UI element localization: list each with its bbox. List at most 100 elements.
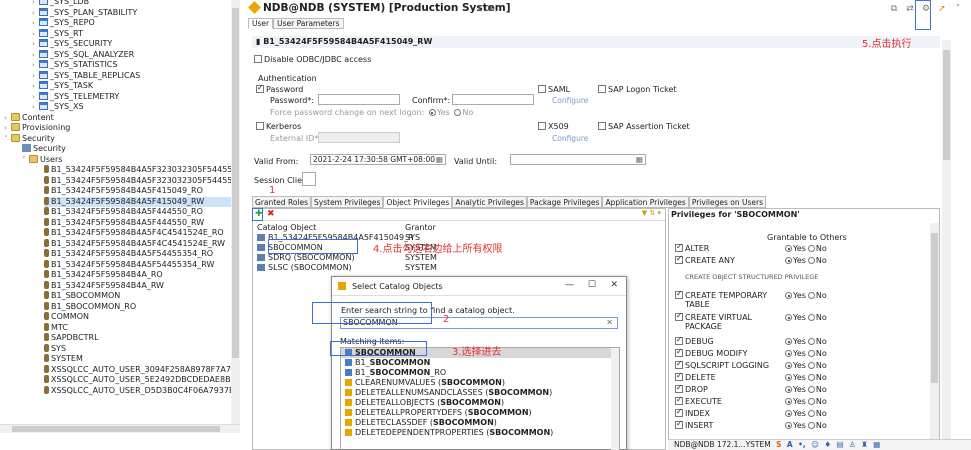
privilege-row[interactable]: CREATE TEMPORARY TABLE Yes No [675, 289, 827, 309]
minimize-icon[interactable]: — [565, 280, 574, 290]
grantable-yes-radio[interactable] [785, 245, 792, 252]
password-checkbox[interactable]: Password [256, 83, 303, 94]
tree-item[interactable]: › _SYS_SECURITY [32, 39, 239, 49]
expand-chevron-icon[interactable]: › [32, 0, 39, 7]
copy-icon[interactable]: ⧉ [889, 4, 899, 14]
privilege-row[interactable]: CREATE ANY Yes No [675, 254, 827, 267]
grantable-no-radio[interactable] [807, 374, 815, 381]
grantable-yes-radio[interactable] [785, 292, 792, 299]
tab-user-parameters[interactable]: User Parameters [273, 18, 344, 29]
x509-checkbox[interactable]: X509 [538, 122, 569, 131]
expand-chevron-icon[interactable]: › [4, 123, 11, 133]
tree-item[interactable]: B1_53424F5F59584B4A5F54455354_RO [44, 249, 239, 259]
tree-item[interactable]: › _SYS_TABLE_REPLICAS [32, 70, 239, 81]
privilege-checkbox[interactable] [675, 371, 683, 381]
tree-item[interactable]: XSSQLCC_AUTO_USER_D5D3B0C4F06A7937B [44, 385, 239, 396]
shirt-icon[interactable]: ♜ [861, 440, 868, 450]
tree-item[interactable]: Security [22, 144, 239, 154]
password-input[interactable] [318, 94, 400, 105]
grantable-yes-radio[interactable] [785, 314, 792, 321]
matching-items-list[interactable]: SBOCOMMON B1_SBOCOMMON B1_SBOCOMMON_RO CLEA… [340, 347, 620, 450]
privilege-row[interactable]: DELETE Yes No [675, 371, 827, 384]
expand-chevron-icon[interactable]: › [32, 102, 39, 112]
grantable-yes-radio[interactable] [785, 350, 792, 357]
grantable-yes-radio[interactable] [785, 422, 792, 429]
expand-chevron-icon[interactable]: › [32, 18, 39, 28]
keyboard-icon[interactable]: ▤ [836, 440, 843, 450]
tab-privileges-4[interactable]: Package Privileges [526, 196, 603, 208]
emoji-icon[interactable]: ☺ [811, 440, 819, 450]
editor-scrollbar[interactable] [942, 40, 951, 440]
valid-until-input[interactable]: ▦ [510, 154, 646, 165]
mic-icon[interactable]: ♦ [824, 440, 831, 450]
grantable-yes-radio[interactable] [785, 410, 792, 417]
privilege-row[interactable]: EXECUTE Yes No [675, 395, 827, 408]
matching-item[interactable]: B1_SBOCOMMON_RO [341, 368, 619, 378]
tree-item[interactable]: B1_53424F5F59584B4A5F54455354_RW [44, 259, 239, 270]
tree-item[interactable]: XSSQLCC_AUTO_USER_5E2492DBCDEDAE8BF8 [44, 375, 239, 385]
x509-configure-link[interactable]: Configure [552, 134, 588, 143]
expand-chevron-icon[interactable]: › [32, 60, 39, 70]
tab-privileges-5[interactable]: Application Privileges [602, 196, 689, 208]
confirm-input[interactable] [452, 94, 534, 105]
sap-logon-checkbox[interactable]: SAP Logon Ticket [598, 85, 677, 94]
expand-chevron-icon[interactable]: ˅ [22, 155, 29, 165]
tree-item[interactable]: B1_SBOCOMMON_RO [44, 301, 239, 312]
grantable-yes-radio[interactable] [785, 338, 792, 345]
tree-item[interactable]: B1_53424F5F59584B4A5F323032305F5445535 [44, 175, 239, 186]
calendar-icon[interactable]: ▦ [636, 155, 643, 164]
tab-user[interactable]: User [248, 18, 274, 29]
matching-item[interactable]: DELETEALLENUMSANDCLASSES (SBOCOMMON) [341, 388, 619, 398]
tree-item[interactable]: › _SYS_STATISTICS [32, 60, 239, 70]
sap-assertion-checkbox[interactable]: SAP Assertion Ticket [598, 122, 690, 131]
privilege-checkbox[interactable] [675, 335, 683, 345]
expand-chevron-icon[interactable]: › [4, 113, 11, 123]
tab-privileges-2[interactable]: Object Privileges [383, 196, 453, 208]
tree-item[interactable]: SYSTEM [44, 354, 239, 364]
expand-chevron-icon[interactable]: › [32, 71, 39, 81]
tree-item[interactable]: B1_53424F5F59584B4A_RO [44, 270, 239, 280]
tree-item[interactable]: › Provisioning [4, 123, 239, 133]
privilege-checkbox[interactable] [675, 419, 683, 429]
grantable-no-radio[interactable] [807, 422, 815, 429]
privilege-checkbox[interactable] [675, 383, 683, 393]
grantable-no-radio[interactable] [807, 398, 815, 405]
privilege-checkbox[interactable] [675, 311, 683, 321]
privilege-row-clipped[interactable]: CREATE OBJECT STRUCTURED PRIVILEGE [685, 273, 818, 284]
privilege-checkbox[interactable] [675, 407, 683, 417]
saml-checkbox[interactable]: SAML [538, 85, 570, 94]
catalog-tree[interactable]: › _SYS_LDB › _SYS_PLAN_STABILITY › _SYS_REPO ›… [0, 0, 240, 424]
expand-chevron-icon[interactable]: › [32, 39, 39, 49]
privilege-row[interactable]: ALTER Yes No [675, 242, 827, 255]
privilege-checkbox[interactable] [675, 242, 683, 252]
tree-item[interactable]: ˅ Security [4, 133, 239, 144]
matching-item[interactable]: DELETECLASSDEF (SBOCOMMON) [341, 418, 619, 428]
expand-chevron-icon[interactable]: › [32, 92, 39, 102]
tree-item[interactable]: MTC [44, 322, 239, 333]
tree-item[interactable]: B1_53424F5F59584B4A_RW [44, 280, 239, 291]
privilege-row[interactable]: SQLSCRIPT LOGGING Yes No [675, 359, 827, 372]
expand-chevron-icon[interactable]: › [32, 29, 39, 39]
object-row[interactable]: SDRQ (SBOCOMMON) [257, 253, 355, 263]
tree-item[interactable]: › _SYS_PLAN_STABILITY [32, 7, 239, 18]
grantable-no-radio[interactable] [807, 350, 815, 357]
tree-item[interactable]: COMMON [44, 312, 239, 322]
grantable-no-radio[interactable] [807, 245, 815, 252]
grantable-no-radio[interactable] [807, 292, 815, 299]
tree-item[interactable]: › _SYS_LDB [32, 0, 239, 7]
privilege-row[interactable]: INSERT Yes No [675, 419, 827, 432]
expand-chevron-icon[interactable]: › [32, 81, 39, 91]
grantable-no-radio[interactable] [807, 386, 815, 393]
grantable-yes-radio[interactable] [785, 398, 792, 405]
privilege-checkbox[interactable] [675, 395, 683, 405]
tab-privileges-1[interactable]: System Privileges [311, 196, 384, 208]
matching-item[interactable]: DELETEALLPROPERTYDEFS (SBOCOMMON) [341, 408, 619, 418]
matching-item[interactable]: B1_SBOCOMMON [341, 358, 619, 368]
tree-item[interactable]: B1_53424F5F59584B4A5F415049_RW [44, 196, 239, 207]
external-id-input[interactable] [318, 132, 400, 143]
privilege-row[interactable]: DEBUG Yes No [675, 335, 827, 348]
session-client-input[interactable] [302, 172, 316, 186]
privileges-scrollbar[interactable] [930, 223, 939, 449]
saml-configure-link[interactable]: Configure [552, 96, 588, 105]
privilege-row[interactable]: CREATE VIRTUAL PACKAGE Yes No [675, 311, 827, 331]
